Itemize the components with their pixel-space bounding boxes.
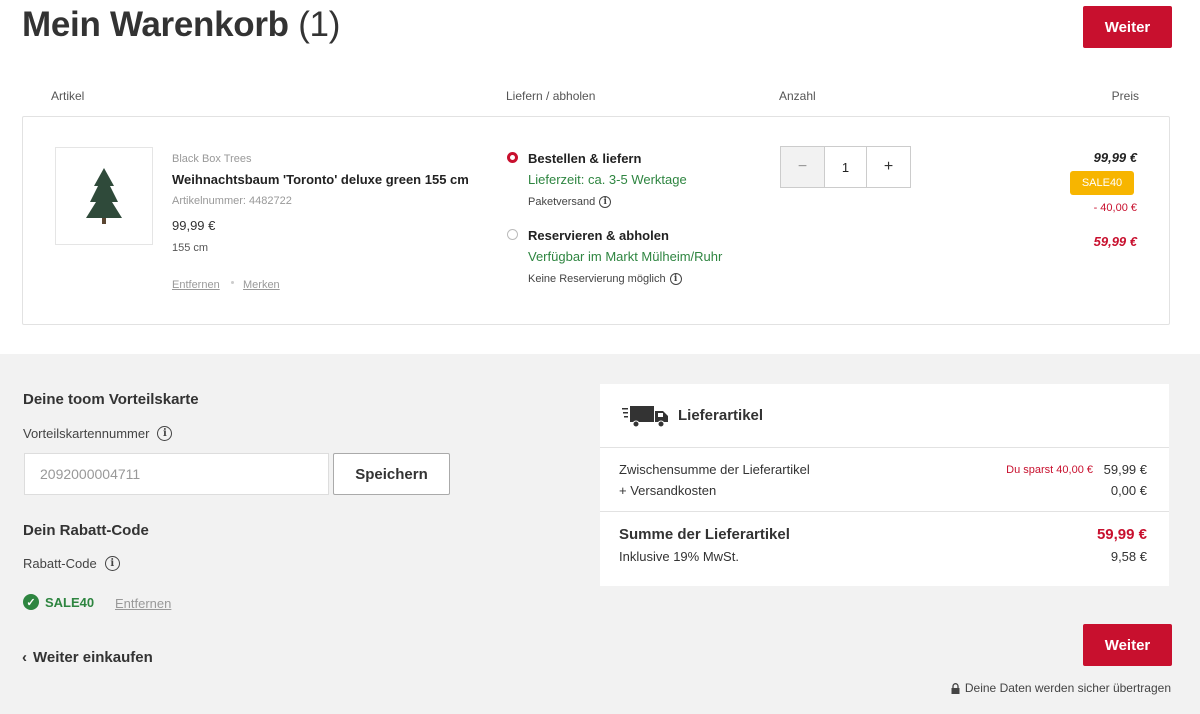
vat-value: 9,58 €: [1110, 549, 1147, 564]
info-icon[interactable]: i: [669, 273, 682, 285]
quantity-stepper: − 1 +: [780, 146, 911, 188]
order-summary: Lieferartikel Zwischensumme der Lieferar…: [600, 384, 1169, 586]
pickup-availability: Verfügbar im Markt Mülheim/Ruhr: [528, 249, 723, 264]
applied-coupon: ✓ SALE40: [23, 594, 94, 610]
delivery-time: Lieferzeit: ca. 3-5 Werktage: [528, 172, 687, 187]
delivery-radio[interactable]: [507, 152, 518, 163]
applied-coupon-code: SALE40: [45, 594, 95, 610]
coupon-label-text: Rabatt-Code: [23, 556, 97, 571]
pickup-option-title[interactable]: Reservieren & abholen: [528, 228, 669, 243]
article-number: Artikelnummer: 4482722: [172, 195, 292, 207]
summary-header: Lieferartikel: [600, 384, 1169, 448]
continue-button-bottom[interactable]: Weiter: [1083, 624, 1172, 666]
quantity-decrease-button[interactable]: −: [781, 147, 825, 187]
product-unit-price: 99,99 €: [172, 218, 216, 233]
secure-note-text: Deine Daten werden sicher übertragen: [964, 681, 1171, 695]
info-icon[interactable]: i: [157, 426, 173, 441]
column-header-price: Preis: [1111, 89, 1139, 103]
chevron-left-icon: ‹: [22, 649, 27, 666]
coupon-title: Dein Rabatt-Code: [23, 522, 149, 539]
subtotal-label: Zwischensumme der Lieferartikel: [619, 462, 810, 477]
subtotal-value: 59,99 €: [1103, 462, 1147, 477]
info-icon[interactable]: i: [104, 556, 120, 571]
coupon-badge: SALE40: [1070, 171, 1134, 195]
secure-note: Deine Daten werden sicher übertragen: [951, 681, 1171, 695]
total-label: Summe der Lieferartikel: [619, 526, 790, 543]
product-image[interactable]: [55, 147, 153, 245]
reservation-note-text: Keine Reservierung möglich: [528, 273, 666, 285]
lock-icon: [951, 682, 960, 694]
delivery-option-title[interactable]: Bestellen & liefern: [528, 151, 641, 166]
summary-divider: [600, 511, 1169, 512]
column-header-delivery: Liefern / abholen: [506, 89, 596, 103]
product-brand: Black Box Trees: [172, 153, 252, 165]
column-header-quantity: Anzahl: [779, 89, 816, 103]
shipping-type: Paketversand i: [528, 196, 612, 208]
continue-shopping-link[interactable]: ‹ Weiter einkaufen: [22, 649, 153, 666]
check-icon: ✓: [23, 594, 39, 610]
remove-item-link[interactable]: Entfernen: [172, 279, 220, 291]
column-header-article: Artikel: [51, 89, 85, 103]
pickup-radio[interactable]: [507, 229, 518, 240]
summary-title: Lieferartikel: [678, 407, 764, 424]
quantity-increase-button[interactable]: +: [866, 147, 910, 187]
shipping-value: 0,00 €: [1110, 483, 1147, 498]
discount-amount: - 40,00 €: [1093, 202, 1137, 214]
total-value: 59,99 €: [1096, 526, 1147, 543]
price-final: 59,99 €: [1093, 234, 1137, 249]
loyalty-title: Deine toom Vorteilskarte: [23, 391, 199, 408]
loyalty-label-text: Vorteilskartennummer: [23, 426, 150, 441]
link-separator: [231, 281, 234, 284]
coupon-label: Rabatt-Code i: [23, 556, 120, 571]
shipping-label: + Versandkosten: [619, 483, 717, 498]
continue-shopping-label: Weiter einkaufen: [33, 649, 153, 666]
christmas-tree-icon: [86, 168, 122, 224]
delivery-truck-icon: [622, 405, 668, 427]
page-title: Mein Warenkorb (1): [22, 5, 340, 45]
reservation-note: Keine Reservierung möglich i: [528, 273, 682, 285]
quantity-input[interactable]: 1: [825, 147, 866, 187]
remove-coupon-link[interactable]: Entfernen: [115, 596, 171, 611]
save-item-link[interactable]: Merken: [243, 279, 280, 291]
price-original: 99,99 €: [1093, 150, 1137, 165]
info-icon[interactable]: i: [599, 196, 612, 208]
page-title-text: Mein Warenkorb: [22, 5, 289, 44]
product-name[interactable]: Weihnachtsbaum 'Toronto' deluxe green 15…: [172, 172, 469, 187]
continue-button-top[interactable]: Weiter: [1083, 6, 1172, 48]
loyalty-card-input[interactable]: 2092000004711: [24, 453, 329, 495]
savings-note: Du sparst 40,00 €: [1006, 464, 1093, 476]
save-loyalty-button[interactable]: Speichern: [333, 453, 450, 495]
shipping-type-text: Paketversand: [528, 196, 596, 208]
product-size: 155 cm: [172, 242, 209, 254]
vat-label: Inklusive 19% MwSt.: [619, 549, 739, 564]
cart-count: (1): [298, 5, 341, 44]
loyalty-label: Vorteilskartennummer i: [23, 426, 173, 441]
